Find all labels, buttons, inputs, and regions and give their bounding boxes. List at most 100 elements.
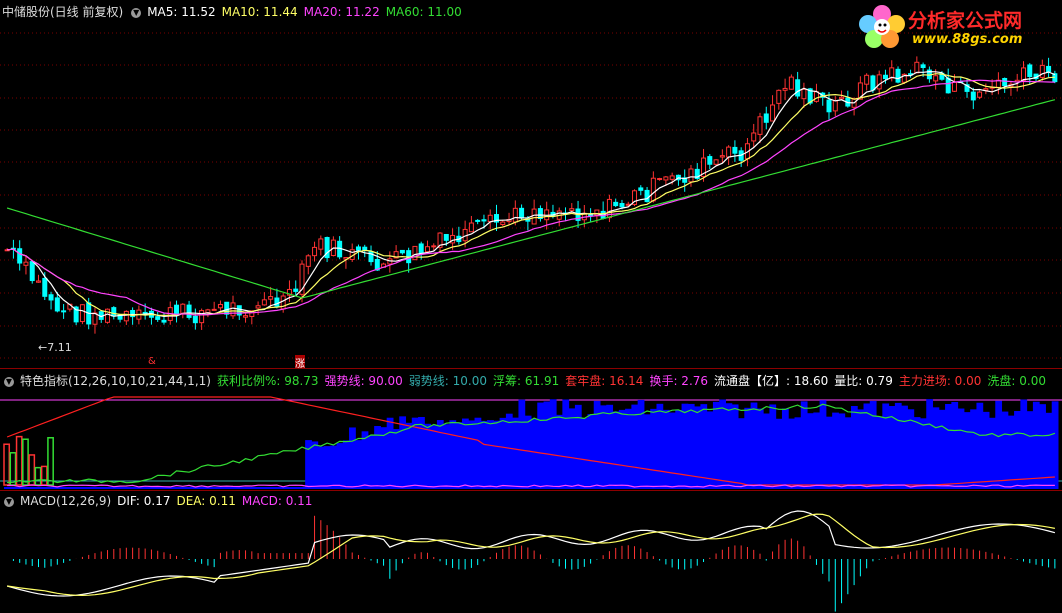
- candle-body: [1020, 67, 1026, 81]
- candle-body: [977, 91, 983, 98]
- profit-bar: [531, 418, 538, 489]
- rise-mark: 涨: [295, 355, 305, 368]
- profit-bar: [913, 417, 921, 489]
- profit-bar: [832, 412, 839, 489]
- profit-bar: [430, 425, 438, 489]
- candle-body: [945, 77, 951, 94]
- profit-bar: [1026, 411, 1034, 489]
- candle-body: [657, 178, 663, 181]
- candle-body: [255, 305, 261, 309]
- candle-body: [487, 214, 493, 223]
- profit-bar: [185, 487, 193, 489]
- profit-bar: [148, 487, 156, 489]
- candle-body: [362, 246, 368, 251]
- profit-bar: [982, 411, 990, 489]
- profit-bar: [35, 487, 43, 489]
- profit-bar: [951, 401, 959, 489]
- profit-bar: [424, 423, 432, 489]
- profit-bar: [179, 487, 187, 489]
- candle-body: [48, 294, 54, 301]
- indicator-panel[interactable]: ▼ 特色指标(12,26,10,10,21,44,1,1) 获利比例%: 98.73…: [0, 368, 1062, 491]
- profit-bar: [581, 418, 588, 489]
- profit-bar: [970, 409, 977, 489]
- profit-bar: [838, 413, 846, 489]
- candle-body: [211, 308, 217, 311]
- macd-name: MACD(12,26,9): [20, 494, 112, 508]
- candle-body: [36, 280, 42, 283]
- profit-bar: [813, 412, 821, 489]
- profit-bar: [236, 487, 243, 489]
- profit-bar: [988, 417, 996, 489]
- profit-bar: [825, 416, 833, 489]
- profit-bar: [926, 399, 934, 489]
- candle-body: [719, 155, 725, 158]
- profit-bar: [286, 487, 294, 489]
- profit-bar: [493, 420, 501, 489]
- candle-body: [1027, 64, 1033, 78]
- profit-bar: [807, 413, 814, 489]
- candle-body: [174, 304, 180, 315]
- profit-bar: [775, 418, 783, 489]
- profit-bar: [788, 418, 795, 489]
- candle-body: [638, 187, 644, 191]
- candle-body: [970, 91, 976, 101]
- candle-body: [155, 316, 161, 320]
- indicator-name: 特色指标(12,26,10,10,21,44,1,1): [20, 374, 211, 388]
- profit-bar: [461, 418, 469, 489]
- profit-bar: [22, 487, 30, 489]
- profit-bar: [976, 402, 984, 489]
- site-logo: 分析家公式网 www.88gs.com: [856, 4, 1056, 50]
- profit-bar: [211, 487, 218, 489]
- candle-body: [217, 303, 223, 309]
- macd-settings-icon[interactable]: ▼: [4, 497, 14, 507]
- kline-chart[interactable]: [0, 0, 1062, 368]
- kline-settings-icon[interactable]: ▼: [131, 8, 142, 18]
- profit-bar: [405, 422, 413, 489]
- profit-bar: [242, 487, 250, 489]
- candle-body: [412, 245, 418, 261]
- indicator-settings-icon[interactable]: ▼: [4, 377, 14, 387]
- indicator-value-1: 强势线: 90.00: [324, 374, 403, 388]
- profit-bar: [957, 408, 965, 489]
- profit-bar: [399, 416, 407, 489]
- candle-body: [644, 189, 650, 203]
- candle-body: [826, 99, 832, 113]
- candle-body: [795, 79, 801, 97]
- profit-bar: [98, 487, 105, 489]
- candle-body: [192, 315, 198, 324]
- profit-bar: [650, 408, 657, 489]
- profit-bar: [229, 487, 237, 489]
- profit-bar: [543, 401, 551, 489]
- candle-body: [399, 249, 405, 254]
- candle-body: [111, 307, 117, 317]
- candle-body: [475, 219, 481, 222]
- profit-bar: [781, 408, 789, 489]
- profit-bar: [669, 412, 676, 489]
- profit-bar: [612, 411, 620, 489]
- profit-bar: [342, 440, 350, 489]
- candle-body: [261, 299, 267, 306]
- macd-panel[interactable]: ▼ MACD(12,26,9) DIF: 0.17 DEA: 0.11 MACD: 0.…: [0, 490, 1062, 613]
- profit-bar: [123, 487, 130, 489]
- candle-body: [889, 67, 895, 79]
- profit-bar: [587, 414, 595, 489]
- profit-bar: [756, 408, 764, 489]
- profit-bar: [248, 487, 256, 489]
- profit-bar: [386, 417, 394, 489]
- candle-body: [569, 208, 575, 211]
- profit-bar: [731, 404, 739, 489]
- candle-body: [418, 243, 424, 255]
- candle-body: [180, 303, 186, 314]
- ma-label-0: MA5: 11.52: [147, 5, 216, 19]
- macd-chart[interactable]: [0, 491, 1062, 613]
- macd-value-2: MACD: 0.11: [241, 494, 313, 508]
- ma5-line: [7, 70, 1056, 318]
- candle-body: [230, 302, 236, 317]
- indicator-value-4: 套牢盘: 16.14: [565, 374, 644, 388]
- profit-bar: [562, 399, 570, 489]
- profit-bar: [311, 441, 319, 489]
- logo-title: 分析家公式网: [908, 10, 1023, 32]
- kline-panel[interactable]: 中储股份(日线 前复权) ▼ MA5: 11.52 MA10: 11.44 MA20: …: [0, 0, 1062, 368]
- profit-bar: [662, 409, 670, 489]
- profit-bar: [223, 487, 231, 489]
